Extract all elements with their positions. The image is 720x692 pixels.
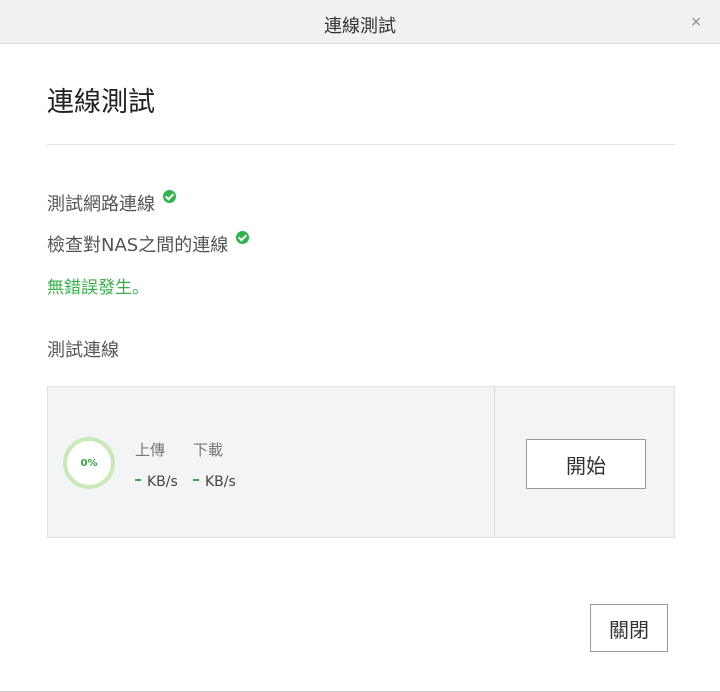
dash-icon — [193, 479, 199, 481]
dialog-titlebar: 連線測試 × — [0, 0, 720, 44]
close-button[interactable]: 關閉 — [590, 604, 668, 652]
connection-test-dialog: 連線測試 × 連線測試 測試網路連線 檢查對NAS之間的連線 無錯誤發生。 測試… — [0, 0, 720, 692]
progress-ring: 0% — [63, 437, 115, 489]
result-message: 無錯誤發生。 — [47, 278, 149, 298]
start-button[interactable]: 開始 — [526, 439, 646, 489]
download-value: KB/s — [193, 474, 236, 490]
close-icon[interactable]: × — [690, 14, 702, 30]
upload-label: 上傳 — [135, 441, 166, 459]
upload-unit: KB/s — [147, 474, 178, 490]
check-network-label: 測試網路連線 — [47, 194, 155, 215]
check-circle-icon — [236, 231, 250, 244]
speed-test-panel: 0% 上傳 KB/s 下載 KB/s 開始 — [47, 386, 675, 538]
page-title: 連線測試 — [47, 87, 155, 118]
upload-stat: 上傳 KB/s — [135, 439, 178, 490]
dash-icon — [135, 479, 141, 481]
divider — [47, 144, 675, 145]
speed-test-section-label: 測試連線 — [47, 340, 119, 361]
panel-separator — [494, 387, 495, 537]
upload-value: KB/s — [135, 474, 178, 490]
check-nas-label: 檢查對NAS之間的連線 — [47, 235, 229, 256]
check-nas-row: 檢查對NAS之間的連線 — [47, 231, 250, 257]
download-stat: 下載 KB/s — [193, 439, 236, 490]
progress-percent: 0% — [80, 457, 98, 469]
check-circle-icon — [163, 190, 176, 203]
download-unit: KB/s — [205, 474, 236, 490]
dialog-title: 連線測試 — [324, 16, 396, 37]
download-label: 下載 — [193, 441, 224, 459]
check-network-row: 測試網路連線 — [47, 190, 176, 216]
